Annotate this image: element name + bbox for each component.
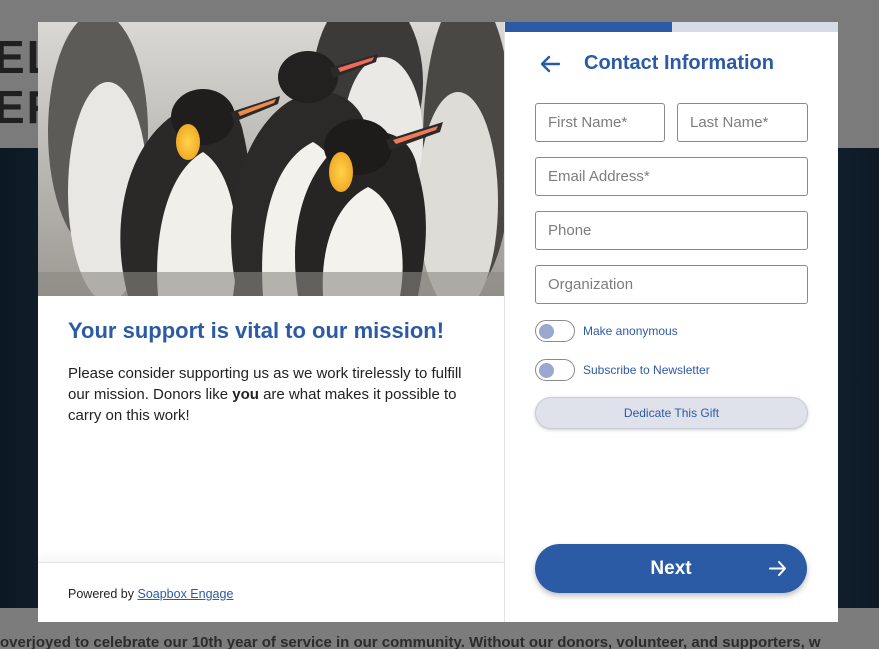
penguins-photo [38, 22, 504, 296]
organization-field[interactable] [535, 265, 808, 304]
first-name-field[interactable] [535, 103, 665, 142]
subscribe-newsletter-toggle-row[interactable]: Subscribe to Newsletter [535, 358, 710, 382]
subscribe-newsletter-label: Subscribe to Newsletter [583, 363, 710, 377]
arrow-left-icon[interactable] [539, 54, 561, 74]
powered-by-label: Powered by [68, 587, 138, 601]
progress-bar-fill [505, 22, 672, 32]
powered-by: Powered by Soapbox Engage [68, 587, 233, 601]
donation-modal: Your support is vital to our mission! Pl… [38, 22, 838, 622]
soapbox-engage-link[interactable]: Soapbox Engage [137, 587, 233, 601]
email-field[interactable] [535, 157, 808, 196]
make-anonymous-label: Make anonymous [583, 324, 678, 338]
support-title: Your support is vital to our mission! [68, 318, 445, 343]
phone-field[interactable] [535, 211, 808, 250]
last-name-field[interactable] [677, 103, 808, 142]
contact-form-pane: Contact Information Make anonymous Subsc… [504, 22, 838, 622]
progress-bar [505, 22, 838, 32]
subscribe-newsletter-toggle[interactable] [535, 359, 575, 381]
next-button[interactable]: Next [535, 544, 807, 593]
make-anonymous-toggle-row[interactable]: Make anonymous [535, 319, 678, 343]
modal-left-pane: Your support is vital to our mission! Pl… [38, 22, 504, 622]
next-button-label: Next [650, 558, 692, 579]
modal-left-footer: Powered by Soapbox Engage [38, 562, 504, 622]
contact-information-title: Contact Information [584, 52, 774, 74]
arrow-right-icon [769, 561, 786, 576]
background-footer-text: overjoyed to celebrate our 10th year of … [0, 634, 821, 649]
make-anonymous-toggle[interactable] [535, 320, 575, 342]
toggle-knob [539, 323, 554, 339]
toggle-knob [539, 362, 554, 378]
support-message: Please consider supporting us as we work… [68, 363, 468, 426]
support-message-emphasis: you [232, 386, 259, 403]
dedicate-gift-button[interactable]: Dedicate This Gift [535, 397, 808, 429]
